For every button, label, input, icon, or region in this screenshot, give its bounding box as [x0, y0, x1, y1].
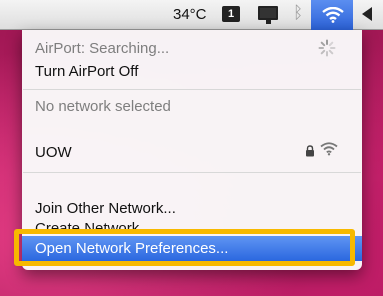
- highlight-callout-box: [14, 229, 355, 266]
- turn-airport-off-item[interactable]: Turn AirPort Off: [22, 63, 362, 80]
- join-other-network-item[interactable]: Join Other Network...: [22, 200, 362, 217]
- temperature-status[interactable]: 34°C: [173, 6, 207, 23]
- no-network-selected: No network selected: [35, 98, 171, 115]
- separator: [23, 172, 361, 173]
- volume-icon[interactable]: [362, 7, 372, 21]
- menu-bar: 34°C 1 ᛒ: [0, 0, 383, 30]
- calendar-icon[interactable]: 1: [222, 6, 240, 22]
- display-icon[interactable]: [258, 6, 278, 24]
- wifi-signal-icon: [320, 142, 338, 156]
- bluetooth-icon[interactable]: ᛒ: [293, 3, 303, 23]
- separator: [23, 89, 361, 90]
- airport-status: AirPort: Searching...: [35, 40, 170, 57]
- lock-icon: [306, 145, 314, 157]
- wifi-icon[interactable]: [322, 7, 344, 23]
